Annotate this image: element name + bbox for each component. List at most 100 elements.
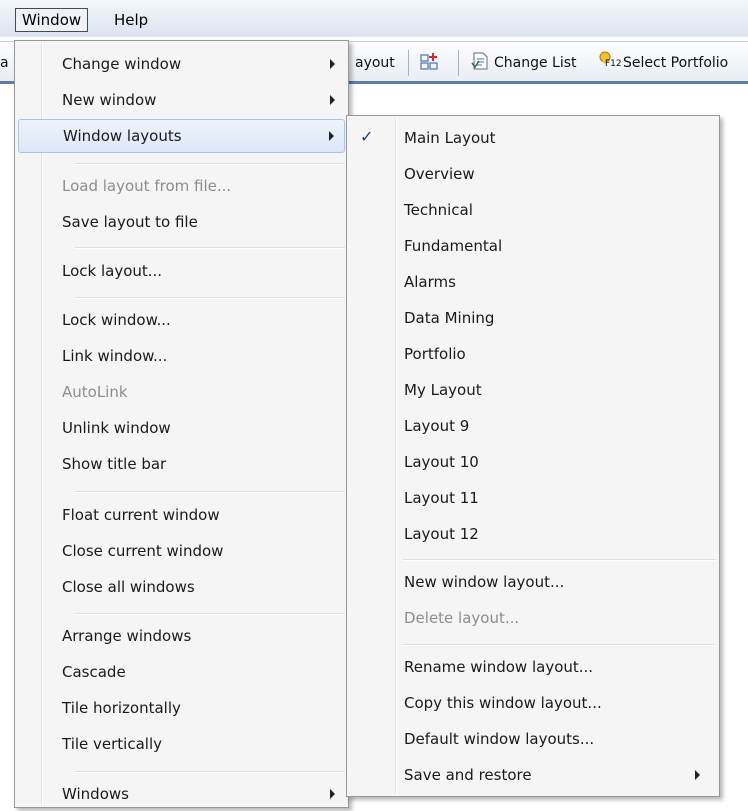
- menu-item-lock-layout[interactable]: Lock layout...: [18, 254, 345, 288]
- menu-item-change-window[interactable]: Change window: [18, 47, 345, 81]
- menu-item-label: Alarms: [404, 273, 456, 291]
- menu-bar: Window Help: [0, 0, 748, 37]
- menu-item-arrange-windows[interactable]: Arrange windows: [18, 619, 345, 653]
- menu-item-label: Lock layout...: [62, 262, 163, 280]
- menu-item-label: Change window: [62, 55, 182, 73]
- menu-item-label: AutoLink: [62, 383, 128, 401]
- menu-item-load-layout[interactable]: Load layout from file...: [18, 169, 345, 203]
- f12-badge: F12: [605, 59, 622, 69]
- menu-item-label: Technical: [404, 201, 473, 219]
- layout-item-main-layout[interactable]: ✓ Main Layout: [350, 121, 716, 155]
- change-list-button[interactable]: Change List: [494, 53, 577, 73]
- toolbar-fragment-left[interactable]: a: [0, 53, 9, 73]
- menu-item-label: Default window layouts...: [404, 730, 595, 748]
- menu-item-label: New window: [62, 91, 157, 109]
- menu-item-close-current-window[interactable]: Close current window: [18, 534, 345, 568]
- menu-item-label: Load layout from file...: [62, 177, 232, 195]
- menu-item-show-title-bar[interactable]: Show title bar: [18, 447, 345, 481]
- layout-item-layout-12[interactable]: Layout 12: [350, 517, 716, 551]
- menu-item-label: My Layout: [404, 381, 482, 399]
- checkmark-icon: ✓: [360, 127, 374, 146]
- menu-item-label: Cascade: [62, 663, 126, 681]
- menu-separator: [403, 559, 716, 561]
- menu-item-label: Overview: [404, 165, 475, 183]
- menu-separator: [75, 163, 345, 165]
- menu-item-label: Tile vertically: [62, 735, 163, 753]
- layout-item-data-mining[interactable]: Data Mining: [350, 301, 716, 335]
- menu-item-label: Data Mining: [404, 309, 495, 327]
- menu-item-label: Fundamental: [404, 237, 503, 255]
- menu-separator: [75, 297, 345, 299]
- menu-item-label: Layout 10: [404, 453, 479, 471]
- submenu-arrow-icon: [695, 770, 700, 780]
- menu-item-new-window[interactable]: New window: [18, 83, 345, 117]
- menu-window[interactable]: Window: [15, 8, 89, 32]
- menu-item-window-layouts[interactable]: Window layouts: [18, 119, 345, 153]
- window-menu: Change window New window Window layouts …: [14, 40, 349, 808]
- toolbar-layout-button[interactable]: ayout: [355, 53, 395, 73]
- menu-item-tile-vertically[interactable]: Tile vertically: [18, 727, 345, 761]
- menu-help[interactable]: Help: [108, 9, 154, 31]
- menu-item-label: Close all windows: [62, 578, 195, 596]
- menu-item-cascade[interactable]: Cascade: [18, 655, 345, 689]
- layout-item-overview[interactable]: Overview: [350, 157, 716, 191]
- menu-item-label: Main Layout: [404, 129, 496, 147]
- menu-item-label: New window layout...: [404, 573, 565, 591]
- layout-item-delete-layout[interactable]: Delete layout...: [350, 601, 716, 635]
- select-portfolio-button[interactable]: Select Portfolio: [623, 53, 728, 73]
- menu-item-label: Copy this window layout...: [404, 694, 602, 712]
- submenu-arrow-icon: [330, 95, 335, 105]
- toolbar-separator: [458, 50, 459, 76]
- menu-item-label: Rename window layout...: [404, 658, 594, 676]
- menu-item-label: Float current window: [62, 506, 220, 524]
- layout-item-layout-11[interactable]: Layout 11: [350, 481, 716, 515]
- menu-item-label: Window layouts: [63, 127, 182, 145]
- layout-item-save-and-restore[interactable]: Save and restore: [350, 758, 716, 792]
- menu-item-label: Tile horizontally: [62, 699, 181, 717]
- add-window-grid-icon[interactable]: [420, 51, 440, 71]
- menu-item-unlink-window[interactable]: Unlink window: [18, 411, 345, 445]
- menu-item-label: Unlink window: [62, 419, 171, 437]
- toolbar-separator: [408, 50, 409, 76]
- menu-item-tile-horizontally[interactable]: Tile horizontally: [18, 691, 345, 725]
- submenu-arrow-icon: [329, 131, 334, 141]
- layout-item-layout-9[interactable]: Layout 9: [350, 409, 716, 443]
- menu-item-windows[interactable]: Windows: [18, 777, 345, 811]
- menu-separator: [75, 491, 345, 493]
- menu-item-label: Layout 9: [404, 417, 470, 435]
- layout-item-portfolio[interactable]: Portfolio: [350, 337, 716, 371]
- menu-item-link-window[interactable]: Link window...: [18, 339, 345, 373]
- window-layouts-submenu: ✓ Main Layout Overview Technical Fundamen…: [346, 115, 720, 797]
- layout-item-technical[interactable]: Technical: [350, 193, 716, 227]
- document-list-icon[interactable]: [470, 51, 490, 71]
- menu-item-label: Lock window...: [62, 311, 171, 329]
- layout-item-copy-window-layout[interactable]: Copy this window layout...: [350, 686, 716, 720]
- menu-item-label: Portfolio: [404, 345, 466, 363]
- submenu-arrow-icon: [330, 59, 335, 69]
- menu-item-label: Save and restore: [404, 766, 532, 784]
- menu-separator: [75, 247, 345, 249]
- layout-item-default-window-layouts[interactable]: Default window layouts...: [350, 722, 716, 756]
- menu-separator: [75, 771, 345, 773]
- menu-item-autolink[interactable]: AutoLink: [18, 375, 345, 409]
- menu-item-close-all-windows[interactable]: Close all windows: [18, 570, 345, 604]
- menu-item-label: Link window...: [62, 347, 168, 365]
- menu-item-label: Delete layout...: [404, 609, 520, 627]
- layout-item-layout-10[interactable]: Layout 10: [350, 445, 716, 479]
- menu-item-label: Close current window: [62, 542, 224, 560]
- menu-separator: [403, 644, 716, 646]
- menu-item-label: Arrange windows: [62, 627, 192, 645]
- layout-item-my-layout[interactable]: My Layout: [350, 373, 716, 407]
- menu-item-lock-window[interactable]: Lock window...: [18, 303, 345, 337]
- menu-item-label: Windows: [62, 785, 129, 803]
- submenu-arrow-icon: [330, 789, 335, 799]
- layout-item-rename-window-layout[interactable]: Rename window layout...: [350, 650, 716, 684]
- menu-separator: [75, 613, 345, 615]
- menu-item-label: Save layout to file: [62, 213, 198, 231]
- menu-item-float-current-window[interactable]: Float current window: [18, 498, 345, 532]
- layout-item-new-window-layout[interactable]: New window layout...: [350, 565, 716, 599]
- layout-item-alarms[interactable]: Alarms: [350, 265, 716, 299]
- layout-item-fundamental[interactable]: Fundamental: [350, 229, 716, 263]
- menu-item-label: Layout 12: [404, 525, 479, 543]
- menu-item-save-layout[interactable]: Save layout to file: [18, 205, 345, 239]
